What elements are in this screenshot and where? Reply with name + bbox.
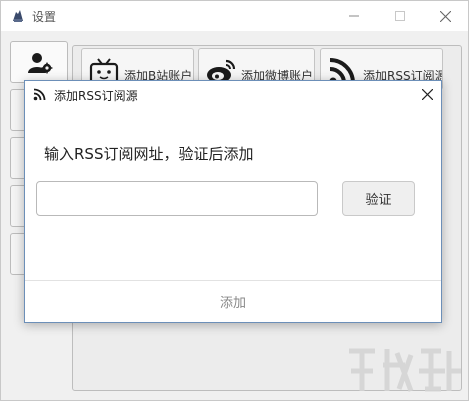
close-button[interactable] — [422, 1, 468, 31]
sidebar-item-account[interactable] — [10, 41, 68, 83]
rss-icon — [33, 88, 46, 101]
dialog-title: 添加RSS订阅源 — [54, 89, 138, 103]
add-rss-dialog: 添加RSS订阅源 输入RSS订阅网址，验证后添加 验证 添加 — [24, 80, 442, 323]
close-icon — [439, 10, 451, 22]
close-icon — [421, 89, 433, 100]
dialog-close-button[interactable] — [413, 81, 441, 108]
rss-url-input[interactable] — [36, 181, 318, 216]
minimize-icon — [349, 15, 359, 17]
app-logo-icon — [13, 10, 23, 22]
window-title: 设置 — [32, 10, 57, 24]
add-button[interactable]: 添加 — [25, 281, 441, 322]
user-settings-icon — [28, 53, 53, 74]
title-bar: 设置 — [1, 1, 468, 31]
watermark-logo — [349, 348, 461, 392]
minimize-button[interactable] — [331, 1, 377, 31]
dialog-title-bar: 添加RSS订阅源 — [25, 81, 441, 108]
maximize-icon — [395, 11, 405, 21]
maximize-button[interactable] — [377, 1, 423, 31]
dialog-prompt: 输入RSS订阅网址，验证后添加 — [44, 145, 254, 163]
verify-button[interactable]: 验证 — [342, 181, 415, 216]
